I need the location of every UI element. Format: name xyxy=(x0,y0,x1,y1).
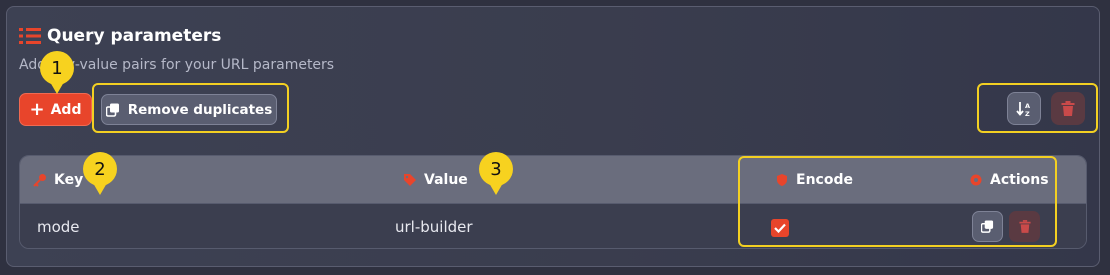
encode-checkbox[interactable] xyxy=(771,219,789,237)
key-icon xyxy=(33,173,46,187)
copy-icon xyxy=(105,103,119,117)
delete-row-button[interactable] xyxy=(1009,211,1040,242)
callout-badge-1: 1 xyxy=(40,51,74,94)
column-key-label: Key xyxy=(54,171,84,188)
row-value[interactable]: url-builder xyxy=(395,204,473,248)
table-row: mode url-builder xyxy=(20,203,1086,248)
add-button-label: Add xyxy=(50,101,82,118)
tag-icon xyxy=(404,173,416,186)
delete-all-button[interactable] xyxy=(1051,92,1085,125)
callout-badge-3: 3 xyxy=(479,152,513,195)
column-value: Value xyxy=(403,156,468,203)
add-button[interactable]: + Add xyxy=(19,93,92,126)
remove-duplicates-label: Remove duplicates xyxy=(127,101,273,118)
column-encode-label: Encode xyxy=(796,171,853,188)
gear-icon xyxy=(970,174,982,185)
copy-icon xyxy=(981,220,994,233)
sort-button[interactable]: A Z xyxy=(1007,92,1041,125)
trash-icon xyxy=(1061,101,1075,116)
list-icon xyxy=(19,28,41,44)
shield-icon xyxy=(777,173,787,186)
check-icon xyxy=(774,223,786,233)
column-key: Key xyxy=(33,156,83,203)
column-actions: Actions xyxy=(969,156,1049,203)
trash-icon xyxy=(1018,220,1031,233)
row-key[interactable]: mode xyxy=(37,204,80,248)
table-header: Key Value Encode Actions xyxy=(20,156,1086,203)
svg-text:A: A xyxy=(1025,102,1030,110)
column-value-label: Value xyxy=(424,171,468,188)
parameters-table: Key Value Encode Actions mode url-builde… xyxy=(19,155,1087,249)
plus-icon: + xyxy=(29,98,45,120)
column-encode: Encode xyxy=(775,156,853,203)
svg-text:Z: Z xyxy=(1025,110,1030,117)
remove-duplicates-button[interactable]: Remove duplicates xyxy=(101,94,277,125)
sort-az-icon: A Z xyxy=(1016,101,1030,117)
duplicate-row-button[interactable] xyxy=(972,211,1003,242)
callout-badge-2: 2 xyxy=(83,152,117,195)
column-actions-label: Actions xyxy=(990,171,1049,188)
panel-title: Query parameters xyxy=(47,26,222,46)
